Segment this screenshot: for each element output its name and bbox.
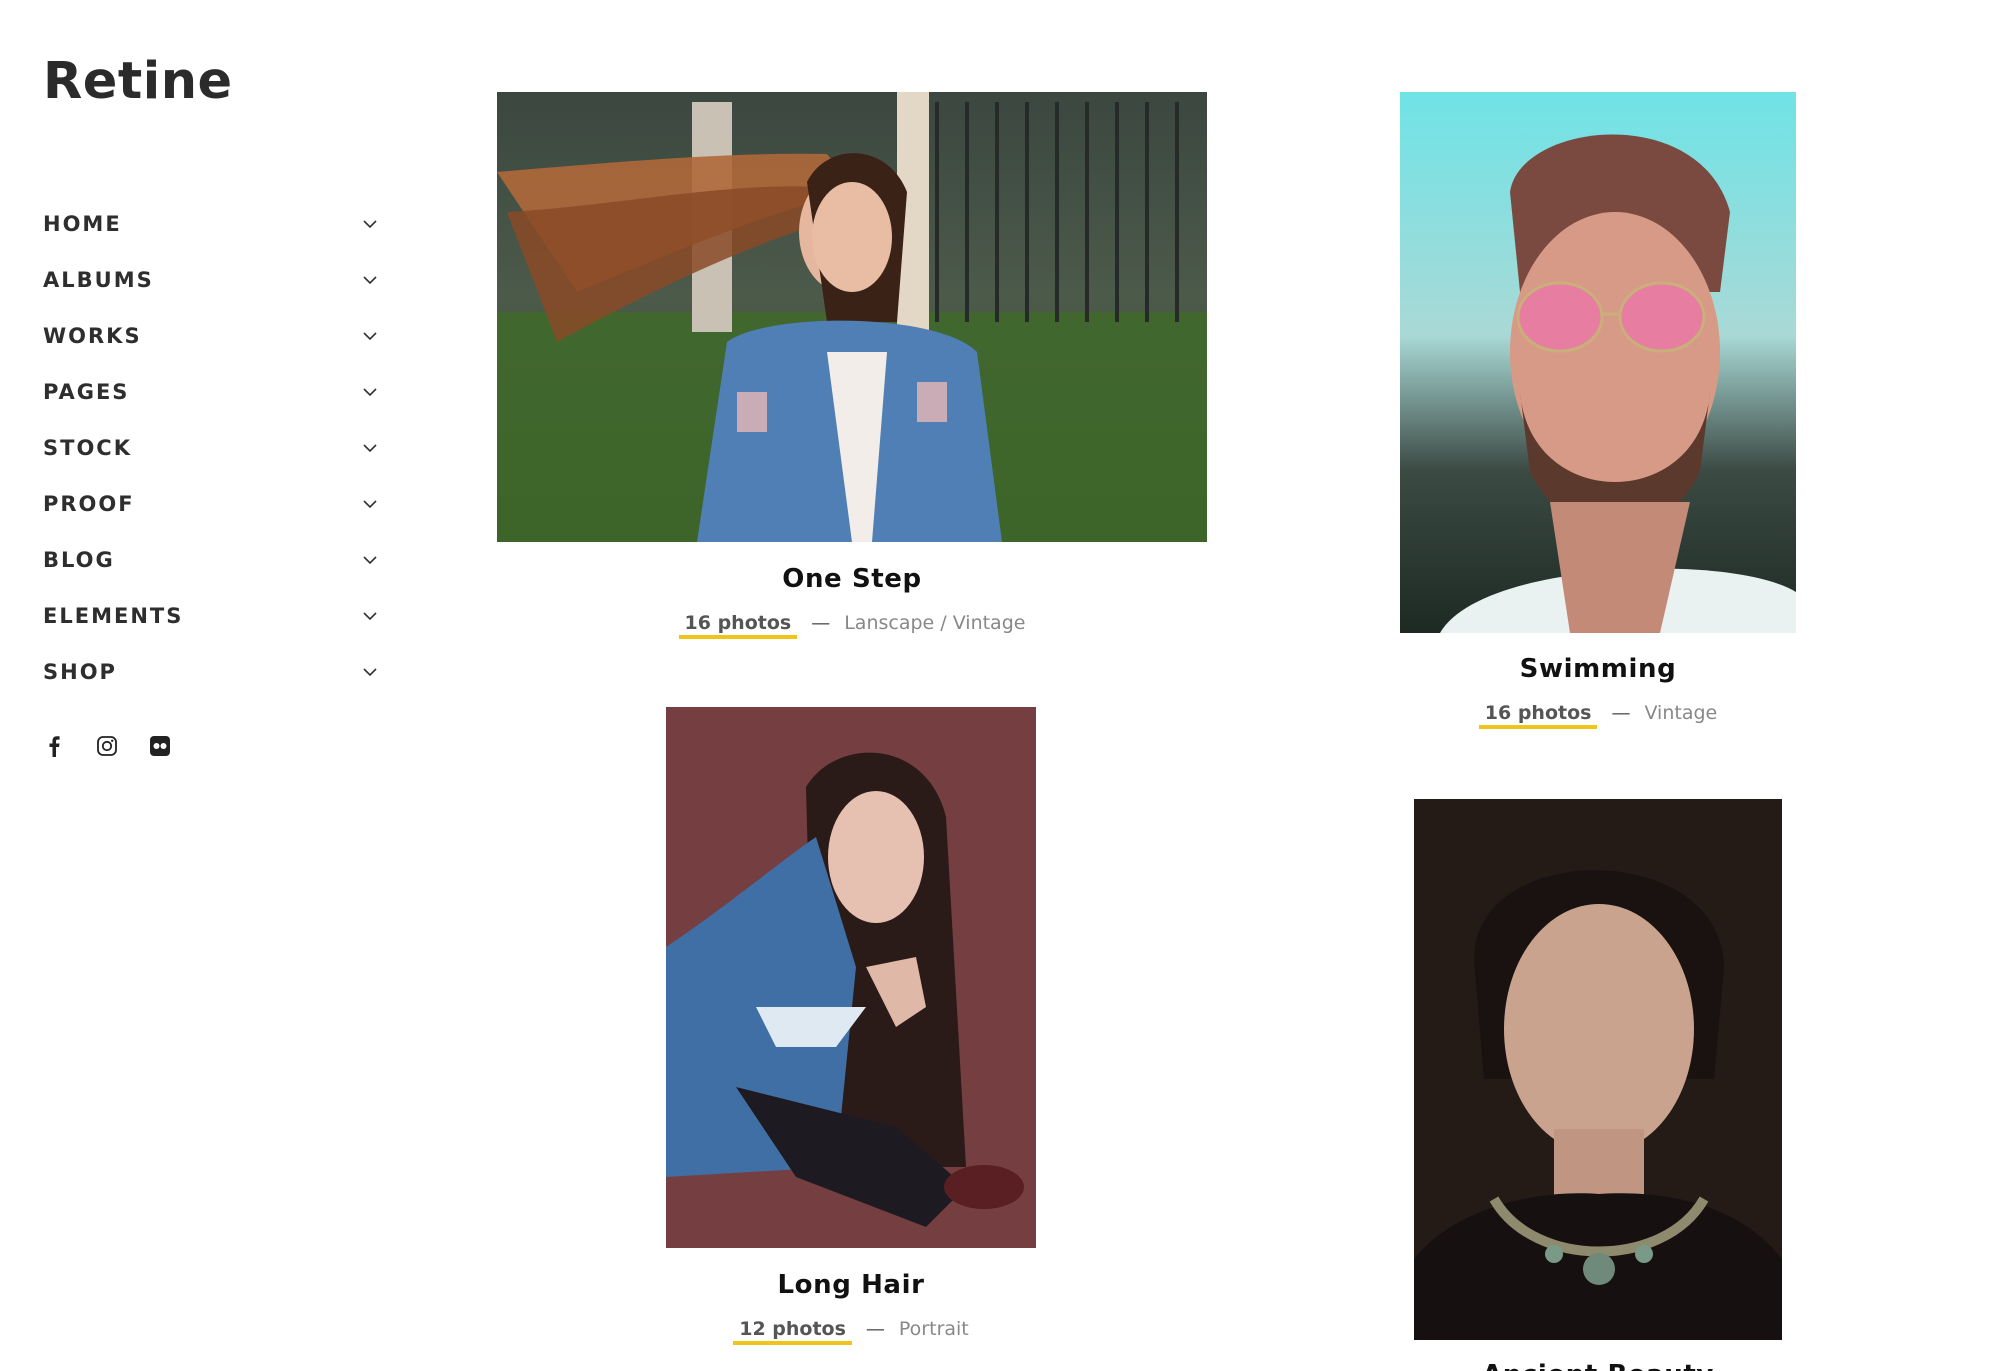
- album-photo[interactable]: [497, 92, 1207, 542]
- instagram-icon[interactable]: [94, 733, 120, 759]
- photo-image: [1400, 92, 1796, 633]
- social-links: [41, 733, 173, 759]
- main-nav: HOME ALBUMS WORKS PAGES STOCK PROOF BLOG: [43, 196, 379, 700]
- nav-label: HOME: [43, 212, 122, 236]
- album-card-ancient-beauty: Ancient Beauty: [1414, 799, 1782, 1371]
- album-title[interactable]: One Step: [497, 564, 1207, 594]
- site-logo[interactable]: Retine: [43, 56, 233, 107]
- chevron-down-icon[interactable]: [361, 607, 379, 625]
- nav-item-blog[interactable]: BLOG: [43, 532, 379, 588]
- album-meta: 12 photos — Portrait: [666, 1318, 1036, 1345]
- chevron-down-icon[interactable]: [361, 551, 379, 569]
- nav-label: ELEMENTS: [43, 604, 184, 628]
- album-categories[interactable]: Vintage: [1644, 702, 1717, 724]
- page: Retine HOME ALBUMS WORKS PAGES STOCK PRO…: [0, 0, 2000, 1371]
- nav-item-home[interactable]: HOME: [43, 196, 379, 252]
- album-categories[interactable]: Lanscape / Vintage: [844, 612, 1025, 634]
- photo-count-link[interactable]: 12 photos: [733, 1318, 852, 1345]
- album-title[interactable]: Swimming: [1400, 654, 1796, 684]
- album-photo[interactable]: [1400, 92, 1796, 633]
- meta-separator: —: [811, 612, 831, 634]
- flickr-icon[interactable]: [147, 733, 173, 759]
- nav-item-pages[interactable]: PAGES: [43, 364, 379, 420]
- nav-label: PAGES: [43, 380, 130, 404]
- facebook-icon[interactable]: [41, 733, 67, 759]
- chevron-down-icon[interactable]: [361, 327, 379, 345]
- nav-label: SHOP: [43, 660, 117, 684]
- chevron-down-icon[interactable]: [361, 215, 379, 233]
- nav-label: PROOF: [43, 492, 135, 516]
- photo-count-link[interactable]: 16 photos: [678, 612, 798, 639]
- album-categories[interactable]: Portrait: [899, 1318, 969, 1340]
- chevron-down-icon[interactable]: [361, 495, 379, 513]
- album-title[interactable]: Ancient Beauty: [1414, 1360, 1782, 1371]
- chevron-down-icon[interactable]: [361, 271, 379, 289]
- nav-item-shop[interactable]: SHOP: [43, 644, 379, 700]
- album-card-swimming: Swimming 16 photos — Vintage: [1400, 92, 1796, 742]
- photo-image: [497, 92, 1207, 542]
- photo-image: [666, 707, 1036, 1248]
- album-title[interactable]: Long Hair: [666, 1270, 1036, 1300]
- nav-item-proof[interactable]: PROOF: [43, 476, 379, 532]
- album-photo[interactable]: [666, 707, 1036, 1248]
- chevron-down-icon[interactable]: [361, 383, 379, 401]
- nav-item-stock[interactable]: STOCK: [43, 420, 379, 476]
- meta-separator: —: [1611, 702, 1631, 724]
- album-card-one-step: One Step 16 photos — Lanscape / Vintage: [497, 92, 1207, 652]
- nav-item-elements[interactable]: ELEMENTS: [43, 588, 379, 644]
- nav-label: WORKS: [43, 324, 142, 348]
- photo-count-link[interactable]: 16 photos: [1478, 702, 1598, 729]
- chevron-down-icon[interactable]: [361, 663, 379, 681]
- nav-label: ALBUMS: [43, 268, 154, 292]
- album-photo[interactable]: [1414, 799, 1782, 1340]
- nav-label: BLOG: [43, 548, 115, 572]
- album-card-long-hair: Long Hair 12 photos — Portrait: [666, 707, 1036, 1357]
- chevron-down-icon[interactable]: [361, 439, 379, 457]
- nav-item-works[interactable]: WORKS: [43, 308, 379, 364]
- nav-label: STOCK: [43, 436, 132, 460]
- meta-separator: —: [865, 1318, 885, 1340]
- album-meta: 16 photos — Vintage: [1400, 702, 1796, 729]
- album-meta: 16 photos — Lanscape / Vintage: [497, 612, 1207, 639]
- nav-item-albums[interactable]: ALBUMS: [43, 252, 379, 308]
- photo-image: [1414, 799, 1782, 1340]
